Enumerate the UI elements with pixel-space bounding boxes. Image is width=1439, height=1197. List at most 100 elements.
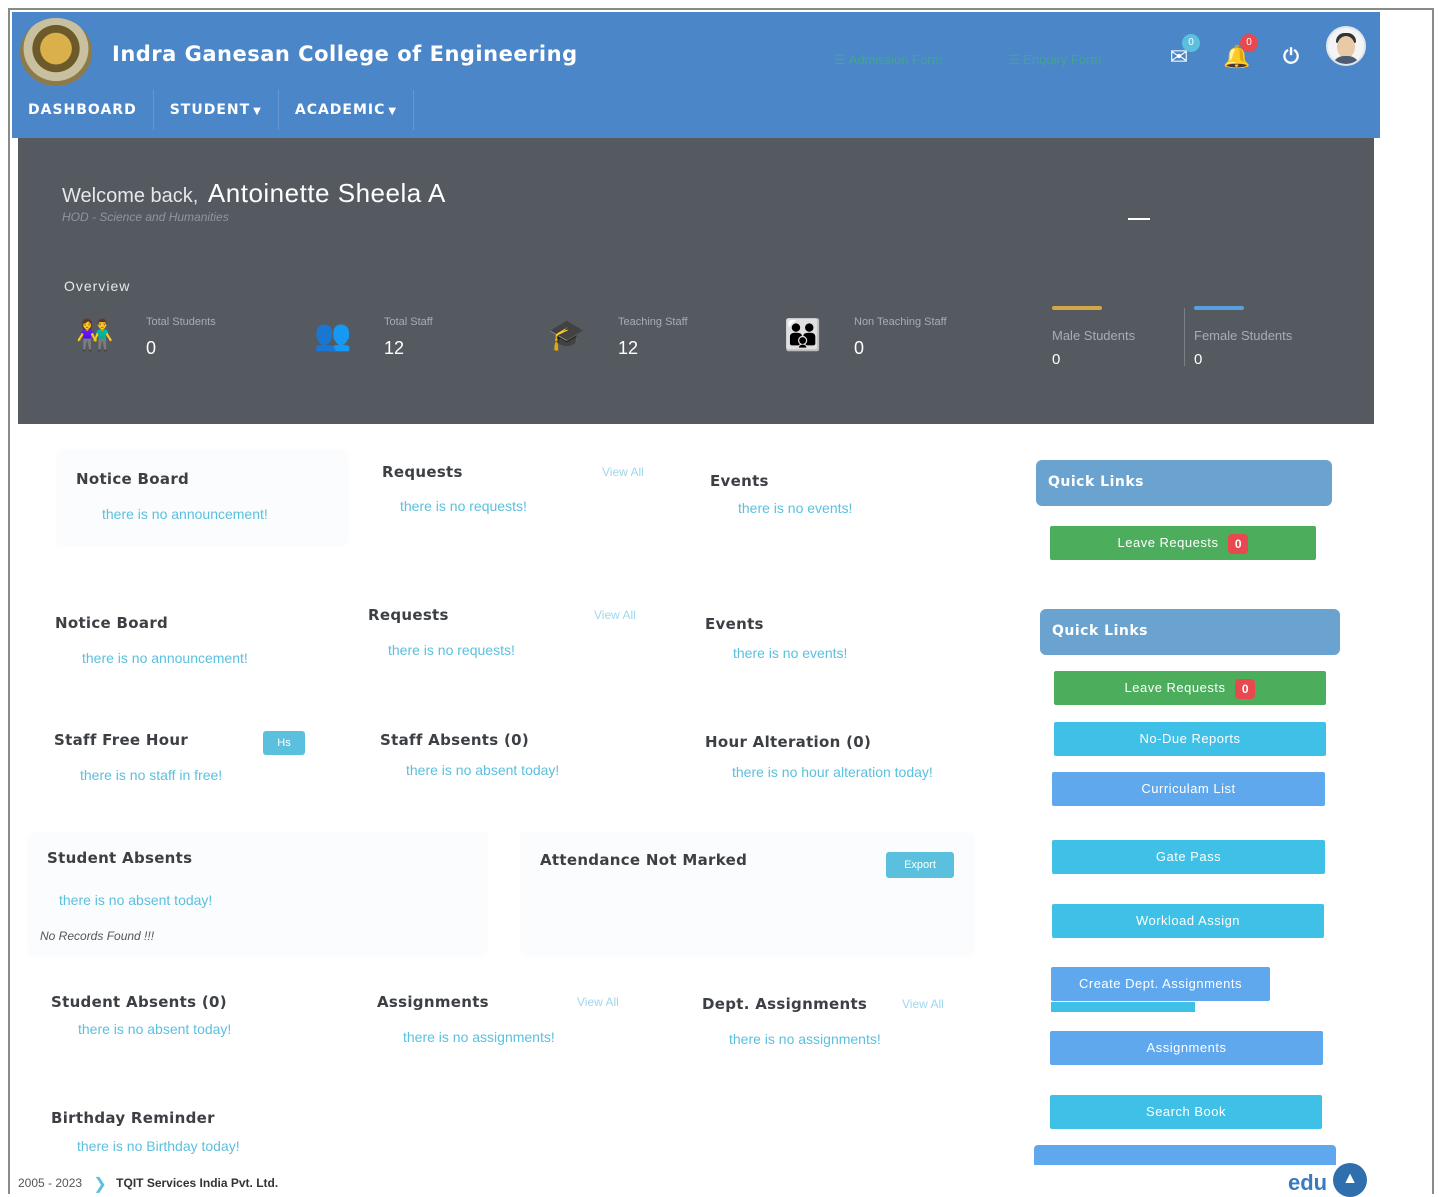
people-icon: 👪: [784, 319, 822, 352]
footer: 2005 - 2023 ❯ TQIT Services India Pvt. L…: [18, 1174, 278, 1194]
notification-bell-icon[interactable]: 🔔 0: [1220, 34, 1258, 74]
notice-card-top: [58, 452, 346, 544]
overview-label: Overview: [64, 278, 131, 294]
assignments-empty: there is no assignments!: [403, 1029, 555, 1045]
notice-board-title: Notice Board: [55, 614, 169, 632]
welcome-greeting: Welcome back,: [62, 185, 199, 207]
nav-academic[interactable]: ACADEMIC ▼: [279, 90, 415, 130]
attendance-not-marked-title: Attendance Not Marked: [540, 851, 748, 869]
hour-alteration-title: Hour Alteration (0): [705, 733, 872, 751]
workload-assign-button[interactable]: Workload Assign: [1052, 904, 1324, 938]
user-designation: HOD - Science and Humanities: [62, 210, 229, 224]
assignments-title: Assignments: [377, 993, 489, 1011]
requests-view-all[interactable]: View All: [594, 608, 636, 622]
admission-form-link[interactable]: ☰ Admission Form: [834, 52, 942, 68]
birthday-empty: there is no Birthday today!: [77, 1138, 240, 1154]
divider: [1184, 308, 1185, 366]
user-name: Antoinette Sheela A: [207, 178, 446, 208]
partial-panel: [1034, 1145, 1336, 1165]
quick-links-header-top: Quick Links: [1036, 460, 1332, 506]
student-absents-empty: there is no absent today!: [59, 892, 213, 908]
requests-view-all[interactable]: View All: [602, 465, 644, 479]
dept-assignments-title: Dept. Assignments: [702, 995, 868, 1013]
staff-group-icon: 👥: [314, 319, 352, 352]
main-nav: DASHBOARD STUDENT ▼ ACADEMIC ▼: [12, 90, 415, 130]
college-name: Indra Ganesan College of Engineering: [112, 42, 578, 66]
stat-value: 0: [854, 338, 865, 358]
stat-male-students: Male Students 0: [1052, 306, 1135, 368]
stat-value: 12: [384, 338, 405, 358]
notice-empty: there is no announcement!: [82, 650, 248, 666]
assignments-view-all[interactable]: View All: [577, 995, 619, 1009]
no-due-reports-button[interactable]: No-Due Reports: [1054, 722, 1326, 756]
messages-icon[interactable]: ✉ 0: [1162, 34, 1200, 74]
button-fragment: [1051, 1002, 1195, 1012]
leave-requests-button-top[interactable]: Leave Requests 0: [1050, 526, 1316, 560]
student-absents-count-empty: there is no absent today!: [78, 1021, 232, 1037]
dept-assignments-view-all[interactable]: View All: [902, 997, 944, 1011]
gate-pass-button[interactable]: Gate Pass: [1052, 840, 1325, 874]
stat-label: Total Students: [146, 316, 216, 328]
events-title: Events: [710, 472, 769, 490]
stat-value: 12: [618, 338, 639, 358]
stat-value: 0: [146, 338, 157, 358]
female-color-bar: [1194, 306, 1244, 310]
no-records-note: No Records Found !!!: [40, 929, 155, 943]
assignments-button[interactable]: Assignments: [1050, 1031, 1323, 1065]
stat-female-students: Female Students 0: [1194, 306, 1292, 368]
events-empty: there is no events!: [733, 645, 848, 661]
messages-badge: 0: [1182, 34, 1200, 52]
create-dept-assignments-button[interactable]: Create Dept. Assignments: [1051, 967, 1270, 1001]
quick-links-header: Quick Links: [1040, 609, 1340, 655]
notice-board-title: Notice Board: [76, 470, 190, 488]
nav-student[interactable]: STUDENT ▼: [154, 90, 279, 130]
stat-label: Teaching Staff: [618, 316, 688, 328]
students-icon: 👫: [76, 319, 114, 352]
student-absents-title: Student Absents: [47, 849, 193, 867]
tqit-logo-icon: ❯: [93, 1176, 107, 1193]
notice-empty: there is no announcement!: [102, 506, 268, 522]
events-empty: there is no events!: [738, 500, 853, 516]
chevron-down-icon: ▼: [388, 106, 398, 117]
top-header: Indra Ganesan College of Engineering ☰ A…: [12, 12, 1380, 138]
events-title: Events: [705, 615, 764, 633]
dept-assignments-empty: there is no assignments!: [729, 1031, 881, 1047]
stat-label: Non Teaching Staff: [854, 316, 947, 328]
export-button[interactable]: Export: [886, 852, 954, 878]
edu-brand: edu: [1288, 1170, 1328, 1195]
hour-alteration-empty: there is no hour alteration today!: [732, 764, 933, 780]
male-color-bar: [1052, 306, 1102, 310]
staff-free-hour-title: Staff Free Hour: [54, 731, 189, 749]
nav-dashboard[interactable]: DASHBOARD: [12, 90, 154, 130]
scroll-top-icon[interactable]: ▲: [1333, 1163, 1367, 1197]
stat-value: 0: [1052, 351, 1061, 368]
minimize-dash-icon[interactable]: [1128, 218, 1150, 220]
stat-label: Female Students: [1194, 328, 1293, 343]
chevron-down-icon: ▼: [253, 106, 262, 117]
enquiry-form-link[interactable]: ☰ Enquiry Form: [1008, 52, 1101, 68]
footer-years: 2005 - 2023: [18, 1176, 83, 1191]
requests-empty: there is no requests!: [400, 498, 527, 514]
welcome-line: Welcome back, Antoinette Sheela A: [62, 178, 446, 209]
birthday-reminder-title: Birthday Reminder: [51, 1109, 215, 1127]
graduation-cap-icon: 🎓: [548, 319, 586, 352]
curriculam-list-button[interactable]: Curriculam List: [1052, 772, 1325, 806]
college-logo: [20, 18, 92, 86]
user-avatar[interactable]: [1326, 26, 1366, 66]
leave-count-badge: 0: [1228, 533, 1249, 554]
requests-title: Requests: [368, 606, 449, 624]
staff-free-hour-button[interactable]: Hs: [263, 731, 305, 755]
stat-label: Male Students: [1052, 328, 1136, 343]
staff-absents-empty: there is no absent today!: [406, 762, 560, 778]
leave-count-badge: 0: [1235, 678, 1256, 699]
power-icon[interactable]: ⏻: [1274, 40, 1308, 74]
staff-absents-title: Staff Absents (0): [380, 731, 530, 749]
leave-requests-button[interactable]: Leave Requests 0: [1054, 671, 1326, 705]
student-absents-count-title: Student Absents (0): [51, 993, 227, 1011]
welcome-panel: Welcome back, Antoinette Sheela A HOD - …: [18, 138, 1374, 424]
requests-title: Requests: [382, 463, 463, 481]
search-book-button[interactable]: Search Book: [1050, 1095, 1322, 1129]
notification-badge: 0: [1240, 34, 1258, 52]
stat-value: 0: [1194, 351, 1203, 368]
stat-label: Total Staff: [384, 316, 433, 328]
